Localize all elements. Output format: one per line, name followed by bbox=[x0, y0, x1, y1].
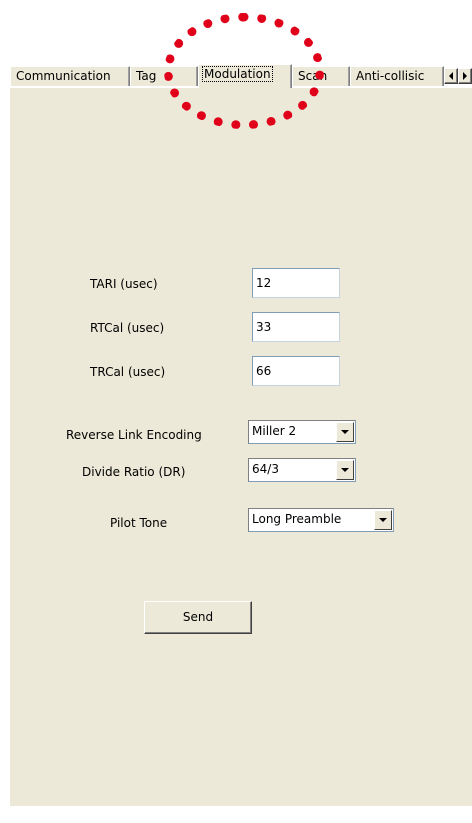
tab-strip: Communication Tag Modulation Scan Anti-c… bbox=[10, 64, 472, 88]
reverse-link-value: Miller 2 bbox=[252, 424, 297, 438]
chevron-down-icon bbox=[341, 430, 349, 434]
pilot-tone-value: Long Preamble bbox=[252, 512, 342, 526]
chevron-down-icon bbox=[379, 518, 387, 522]
divide-ratio-select[interactable]: 64/3 bbox=[248, 458, 356, 482]
send-button[interactable]: Send bbox=[144, 601, 252, 634]
rtcal-label: RTCal (usec) bbox=[90, 321, 165, 335]
divide-ratio-value: 64/3 bbox=[252, 462, 279, 476]
tab-anti-collision[interactable]: Anti-collisic bbox=[350, 66, 444, 86]
tab-scan[interactable]: Scan bbox=[292, 66, 350, 86]
tab-modulation[interactable]: Modulation bbox=[198, 64, 292, 88]
tari-label: TARI (usec) bbox=[90, 277, 158, 291]
reverse-link-dropdown-button[interactable] bbox=[336, 422, 354, 442]
scroll-left-icon bbox=[449, 72, 453, 80]
divide-ratio-label: Divide Ratio (DR) bbox=[82, 465, 186, 479]
tari-input[interactable] bbox=[252, 268, 340, 298]
tab-anti-collision-label: Anti-collisic bbox=[356, 69, 425, 83]
pilot-tone-dropdown-button[interactable] bbox=[374, 510, 392, 530]
trcal-input[interactable] bbox=[252, 356, 340, 386]
tab-scan-label: Scan bbox=[298, 69, 328, 83]
modulation-panel: TARI (usec) RTCal (usec) TRCal (usec) Re… bbox=[10, 87, 472, 806]
scroll-right-icon bbox=[463, 72, 467, 80]
rtcal-input[interactable] bbox=[252, 312, 340, 342]
tab-tag[interactable]: Tag bbox=[130, 66, 198, 86]
chevron-down-icon bbox=[341, 468, 349, 472]
tab-communication-label: Communication bbox=[16, 69, 111, 83]
tab-tag-label: Tag bbox=[136, 69, 157, 83]
tab-scroll-right-button[interactable] bbox=[458, 68, 472, 84]
reverse-link-label: Reverse Link Encoding bbox=[66, 428, 202, 442]
trcal-label: TRCal (usec) bbox=[90, 365, 166, 379]
pilot-tone-label: Pilot Tone bbox=[110, 516, 168, 530]
tab-communication[interactable]: Communication bbox=[10, 66, 130, 86]
tab-scroll-buttons bbox=[444, 68, 472, 84]
screenshot-stage: Communication Tag Modulation Scan Anti-c… bbox=[0, 0, 472, 823]
reverse-link-select[interactable]: Miller 2 bbox=[248, 420, 356, 444]
tab-scroll-left-button[interactable] bbox=[444, 68, 458, 84]
pilot-tone-select[interactable]: Long Preamble bbox=[248, 508, 394, 532]
tab-modulation-label: Modulation bbox=[202, 66, 273, 82]
divide-ratio-dropdown-button[interactable] bbox=[336, 460, 354, 480]
